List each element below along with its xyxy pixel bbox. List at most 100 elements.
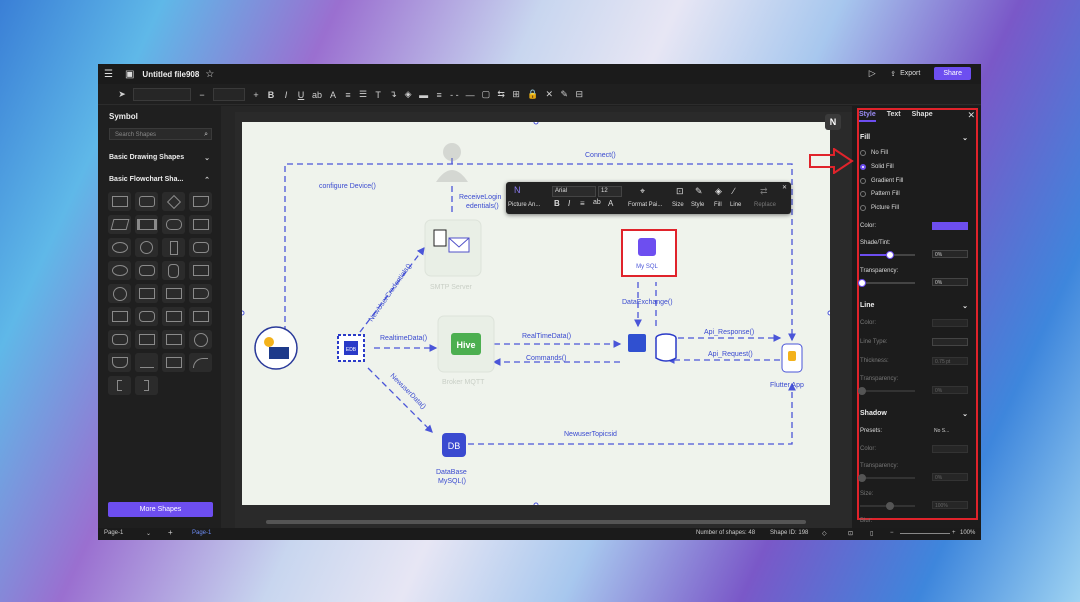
page-tab[interactable]: Page-1 [192, 530, 211, 536]
radio-picture-fill[interactable]: Picture Fill [860, 205, 899, 211]
line-transparency-value[interactable]: 0% [932, 386, 968, 394]
shape-delay[interactable] [189, 284, 212, 303]
shape-card[interactable] [189, 261, 212, 280]
italic-icon[interactable]: I [568, 199, 570, 208]
fill-bucket-icon[interactable]: ◈ [404, 89, 412, 100]
pointer-icon[interactable]: ➤ [118, 89, 126, 100]
format-painter-label[interactable]: Format Pai... [628, 202, 662, 208]
shape-rounded[interactable] [135, 192, 158, 211]
bold-icon[interactable]: B [554, 199, 560, 208]
ai-icon[interactable]: N [514, 185, 521, 195]
fullscreen-icon[interactable]: ▯ [870, 530, 873, 537]
italic-icon[interactable]: I [282, 90, 290, 100]
search-icon[interactable]: ⌕ [204, 129, 208, 141]
page-select[interactable]: Page-1 [104, 530, 123, 536]
shape-data[interactable] [108, 215, 131, 234]
shadow-size-slider[interactable] [860, 502, 915, 510]
shade-value[interactable]: 0% [932, 250, 968, 258]
shape-ellipse[interactable] [108, 238, 131, 257]
underline-icon[interactable]: U [297, 90, 305, 100]
shadow-transparency-value[interactable]: 0% [932, 473, 968, 481]
radio-gradient-fill[interactable]: Gradient Fill [860, 178, 903, 184]
thickness-value[interactable]: 0.75 pt [932, 357, 968, 365]
tab-text[interactable]: Text [887, 111, 901, 122]
shape-circle[interactable] [135, 238, 158, 257]
arrow-style-icon[interactable]: — [466, 90, 475, 100]
line-type-select[interactable] [932, 338, 968, 346]
size-icon[interactable]: ⊡ [676, 186, 684, 197]
section-basic-flowchart[interactable]: Basic Flowchart Sha... ⌃ [109, 176, 212, 184]
group-icon[interactable]: ▢ [482, 89, 491, 100]
lock-icon[interactable]: 🔒 [527, 89, 538, 100]
shape-offpage[interactable] [135, 330, 158, 349]
shape-terminator[interactable] [162, 215, 185, 234]
decrease-font-icon[interactable]: − [198, 90, 206, 100]
arrange-icon[interactable]: ⇆ [497, 89, 505, 100]
fill-transparency-value[interactable]: 0% [932, 278, 968, 286]
fill-section-header[interactable]: Fill ⌄ [860, 134, 968, 142]
table-icon[interactable]: ⊟ [575, 89, 584, 100]
more-shapes-button[interactable]: More Shapes [108, 502, 213, 517]
strikethrough-icon[interactable]: ab [312, 90, 322, 100]
text-icon[interactable]: T [374, 90, 382, 100]
fill-transparency-slider[interactable] [858, 279, 915, 287]
shape-manual[interactable] [189, 215, 212, 234]
align-icon[interactable]: ≡ [344, 90, 352, 100]
shape-merge[interactable] [135, 353, 158, 372]
zoom-in-icon[interactable]: + [952, 530, 956, 536]
shape-hexagon[interactable] [108, 330, 131, 349]
menu-icon[interactable]: ☰ [104, 69, 113, 80]
shadow-transparency-slider[interactable] [858, 474, 915, 482]
shape-arc[interactable] [189, 353, 212, 372]
font-select[interactable]: Arial [552, 186, 596, 197]
replace-label[interactable]: Replace [754, 202, 776, 208]
fit-icon[interactable]: ⊡ [848, 530, 853, 537]
strike-icon[interactable]: ab [593, 199, 601, 206]
format-painter-icon[interactable]: ⌖ [640, 186, 645, 197]
shape-sum[interactable] [189, 330, 212, 349]
shape-manual-input[interactable] [162, 284, 185, 303]
add-page-icon[interactable]: + [168, 528, 173, 537]
zoom-out-icon[interactable]: − [890, 530, 894, 536]
shape-decision[interactable] [162, 192, 185, 211]
shape-brace[interactable] [135, 376, 158, 395]
shape-cylinder-h[interactable] [135, 261, 158, 280]
shape-prep[interactable] [135, 284, 158, 303]
font-family-select[interactable] [133, 88, 191, 101]
ai-assistant-button[interactable]: N [825, 114, 841, 130]
fill-color-swatch[interactable] [932, 222, 968, 230]
shape-or[interactable] [162, 330, 185, 349]
shape-connector[interactable] [108, 284, 131, 303]
distribute-icon[interactable]: ⊞ [512, 89, 520, 100]
line-weight-icon[interactable]: ≡ [435, 90, 443, 100]
tab-shape[interactable]: Shape [912, 111, 933, 122]
horizontal-scrollbar[interactable] [266, 520, 806, 524]
share-button[interactable]: Share [934, 67, 971, 80]
shape-shield[interactable] [108, 353, 131, 372]
shadow-color-field[interactable] [932, 445, 968, 453]
shape-loop[interactable] [162, 307, 185, 326]
shape-bracket-left[interactable] [108, 376, 131, 395]
close-icon[interactable]: ✕ [782, 184, 787, 191]
radio-solid-fill[interactable]: Solid Fill [860, 164, 894, 170]
file-title[interactable]: Untitled file908 [142, 70, 199, 79]
chevron-down-icon[interactable]: ⌄ [146, 530, 151, 537]
line-color-field[interactable] [932, 319, 968, 327]
shape-document[interactable] [189, 192, 212, 211]
search-shapes-input[interactable]: Search Shapes ⌕ [109, 128, 212, 140]
tab-style[interactable]: Style [859, 111, 876, 122]
shape-actor[interactable] [162, 238, 185, 257]
play-icon[interactable]: ▷ [868, 68, 876, 79]
shape-label[interactable] [108, 261, 131, 280]
shape-trapezoid[interactable] [189, 307, 212, 326]
size-select[interactable]: 12 [598, 186, 622, 197]
connector-icon[interactable]: ↴ [389, 89, 397, 100]
tools-icon[interactable]: ✕ [545, 89, 554, 100]
radio-no-fill[interactable]: No Fill [860, 150, 888, 156]
shadow-section-header[interactable]: Shadow ⌄ [860, 410, 968, 418]
font-size-select[interactable] [213, 88, 245, 101]
radio-pattern-fill[interactable]: Pattern Fill [860, 191, 900, 197]
presets-select[interactable]: No S... [932, 427, 968, 435]
close-icon[interactable]: ✕ [967, 110, 975, 121]
line-transparency-slider[interactable] [858, 387, 915, 395]
